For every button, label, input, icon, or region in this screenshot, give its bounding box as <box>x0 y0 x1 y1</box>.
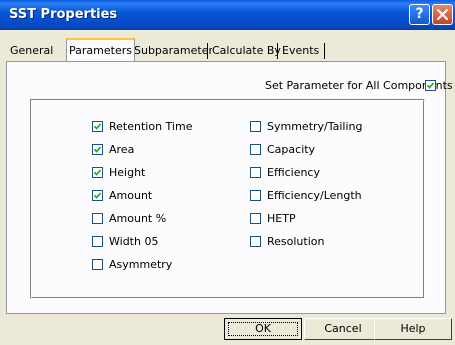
checkbox-efficiency-length[interactable] <box>250 190 261 201</box>
help-icon: ? <box>415 6 424 22</box>
focus-rectangle <box>228 322 298 336</box>
checkbox-efficiency[interactable] <box>250 167 261 178</box>
tab-calculate-by[interactable]: Calculate By <box>212 41 281 60</box>
tab-general[interactable]: General <box>10 41 54 60</box>
set-all-components-checkbox[interactable] <box>425 80 436 91</box>
checkbox-resolution[interactable] <box>250 236 261 247</box>
window-title: SST Properties <box>9 7 118 22</box>
checkmark-icon <box>94 123 101 130</box>
checkbox-symmetry-tailing[interactable] <box>250 121 261 132</box>
checkbox-hetp[interactable] <box>250 213 261 224</box>
tab-parameters[interactable]: Parameters <box>66 38 135 61</box>
help-button-label: Help <box>400 322 426 335</box>
tab-events[interactable]: Events <box>282 41 320 60</box>
cancel-button[interactable]: Cancel <box>304 318 382 340</box>
ok-button[interactable]: OK <box>224 318 302 340</box>
label-hetp: HETP <box>267 212 296 225</box>
cancel-button-label: Cancel <box>324 322 362 335</box>
label-height: Height <box>109 166 146 179</box>
tab-general-label: General <box>10 44 54 57</box>
parameters-group-box <box>30 99 425 299</box>
label-symmetry-tailing: Symmetry/Tailing <box>267 120 363 133</box>
label-amount: Amount <box>109 189 153 202</box>
label-retention-time: Retention Time <box>109 120 193 133</box>
tab-calculate-by-label: Calculate By <box>212 44 281 57</box>
checkmark-icon <box>94 192 101 199</box>
checkbox-capacity[interactable] <box>250 144 261 155</box>
tab-events-label: Events <box>282 44 320 57</box>
checkbox-amount[interactable] <box>92 190 103 201</box>
tab-parameters-label: Parameters <box>69 44 132 57</box>
checkmark-icon <box>94 169 101 176</box>
checkbox-area[interactable] <box>92 144 103 155</box>
label-asymmetry: Asymmetry <box>109 258 173 271</box>
close-button[interactable] <box>432 4 453 25</box>
label-resolution: Resolution <box>267 235 325 248</box>
tab-separator <box>277 43 278 59</box>
label-efficiency-length: Efficiency/Length <box>267 189 362 202</box>
label-amount-percent: Amount % <box>109 212 167 225</box>
checkmark-icon <box>94 146 101 153</box>
checkbox-retention-time[interactable] <box>92 121 103 132</box>
help-button[interactable]: Help <box>374 318 452 340</box>
close-icon <box>437 9 448 20</box>
tab-separator <box>207 43 208 59</box>
label-width-05: Width 05 <box>109 235 159 248</box>
checkmark-icon <box>427 82 434 89</box>
label-capacity: Capacity <box>267 143 316 156</box>
checkbox-height[interactable] <box>92 167 103 178</box>
checkbox-width-05[interactable] <box>92 236 103 247</box>
label-area: Area <box>109 143 135 156</box>
label-efficiency: Efficiency <box>267 166 320 179</box>
help-title-button[interactable]: ? <box>409 4 430 25</box>
title-bar[interactable]: SST Properties ? <box>0 0 455 30</box>
checkbox-amount-percent[interactable] <box>92 213 103 224</box>
sst-properties-dialog: SST Properties ? General Parameters Subp… <box>0 0 455 345</box>
checkbox-asymmetry[interactable] <box>92 259 103 270</box>
tab-separator <box>324 43 325 59</box>
